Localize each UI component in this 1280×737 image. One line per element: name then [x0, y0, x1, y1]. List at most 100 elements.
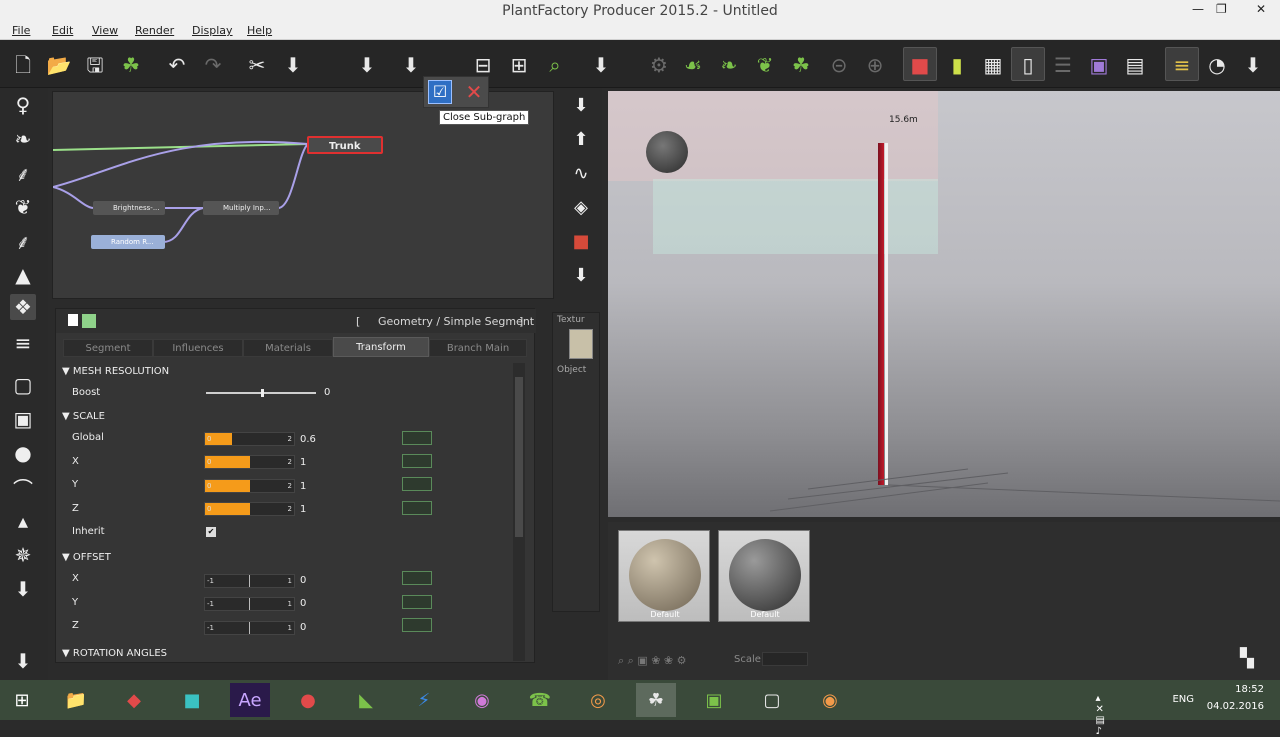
leaf-tool-icon[interactable]: ☙ [680, 52, 706, 78]
texture-thumbnail[interactable] [569, 329, 593, 359]
boost-slider[interactable] [206, 389, 316, 397]
offset-y-slider[interactable]: -1 1 [204, 597, 295, 611]
expand-chevron-icon-4[interactable]: ⬇ [588, 52, 614, 78]
scale-x-slider[interactable]: 0 2 [204, 455, 295, 469]
graph-expand-icon[interactable]: ⬇ [568, 262, 594, 288]
new-file-icon[interactable]: 🗋 [10, 52, 36, 78]
cut-icon[interactable]: ✂ [244, 52, 270, 78]
plantfactory-task-icon[interactable]: ☘ [636, 683, 676, 717]
firefox-icon[interactable]: ◉ [810, 683, 850, 717]
offset-z-slider[interactable]: -1 1 [204, 621, 295, 635]
material-tools-icons[interactable]: ⌕ ⌕ ▣ ❀ ❀ ⚙ [618, 654, 687, 668]
leaf-tool-icon-3[interactable]: ❦ [752, 52, 778, 78]
bucket-tool-icon[interactable]: ▣ [10, 406, 36, 432]
tab-materials[interactable]: Materials [243, 339, 333, 357]
scale-global-slider[interactable]: 0 2 [204, 432, 295, 446]
scale-section[interactable]: ▼ SCALE [62, 411, 438, 427]
menu-view[interactable]: View [92, 24, 118, 37]
graph-node-icon[interactable]: ◈ [568, 194, 594, 220]
multiply-node[interactable]: Multiply Inp... [203, 201, 279, 215]
graph-search-icon[interactable]: ⌕ [542, 52, 568, 78]
scrollbar-thumb[interactable] [515, 377, 523, 537]
expand-chevron-icon[interactable]: ⬇ [280, 52, 306, 78]
language-indicator[interactable]: ENG [1172, 694, 1194, 705]
grid-cube-icon[interactable]: ▤ [1122, 52, 1148, 78]
color-tag[interactable] [82, 314, 96, 328]
scale-z-slider[interactable]: 0 2 [204, 502, 295, 516]
clock-date[interactable]: 04.02.2016 [1207, 701, 1264, 712]
offset-y-curve-box[interactable] [402, 595, 432, 609]
scale-y-slider[interactable]: 0 2 [204, 479, 295, 493]
app-icon-3[interactable]: ◎ [578, 683, 618, 717]
phone-app-icon[interactable]: ☎ [520, 683, 560, 717]
node-tool-icon[interactable]: ⚙ [646, 52, 672, 78]
expand-chevron-icon-2[interactable]: ⬇ [354, 52, 380, 78]
menu-help[interactable]: Help [247, 24, 272, 37]
graph-color-icon[interactable]: ■ [568, 228, 594, 254]
offset-z-curve-box[interactable] [402, 618, 432, 632]
compass-icon[interactable]: ◔ [1204, 52, 1230, 78]
properties-scrollbar[interactable] [513, 363, 525, 661]
zoom-out-icon[interactable]: ⊝ [826, 52, 852, 78]
media-app-icon[interactable]: ◉ [462, 683, 502, 717]
drop-tool-icon[interactable]: ● [10, 440, 36, 466]
camtasia-icon[interactable]: ▣ [694, 683, 734, 717]
purple-cube-icon[interactable]: ▣ [1086, 52, 1112, 78]
scale-input[interactable] [762, 652, 808, 666]
open-folder-icon[interactable]: 📂 [46, 52, 72, 78]
nvidia-icon[interactable]: ◣ [346, 683, 386, 717]
leaf-selected-icon[interactable]: ❖ [10, 294, 36, 320]
leaf-drop-icon[interactable]: ▲ [10, 262, 36, 288]
brightness-node[interactable]: Brightness-... [93, 201, 165, 215]
close-subgraph-icon[interactable]: ☑ [428, 80, 452, 104]
app-icon-4[interactable]: ▢ [752, 683, 792, 717]
scale-global-curve-box[interactable] [402, 431, 432, 445]
app-icon-1[interactable]: ◆ [114, 683, 154, 717]
graph-output-icon[interactable]: ⬆ [568, 126, 594, 152]
material-thumb-1[interactable]: Default [618, 530, 710, 622]
offset-section[interactable]: ▼ OFFSET [62, 552, 438, 568]
flower-tool-icon[interactable]: ✵ [10, 542, 36, 568]
ruler-icon[interactable]: ≡ [1169, 52, 1195, 78]
stem-tool-icon[interactable]: ⸙ [10, 228, 36, 254]
inherit-checkbox[interactable]: ✔ [206, 527, 216, 537]
3d-viewport[interactable]: 15.6m [608, 91, 1280, 517]
branch-tool-icon[interactable]: ❧ [10, 126, 36, 152]
expand-chevron-icon-3[interactable]: ⬇ [398, 52, 424, 78]
random-node[interactable]: Random R... [91, 235, 165, 249]
undo-icon[interactable]: ↶ [164, 52, 190, 78]
scale-x-curve-box[interactable] [402, 454, 432, 468]
graph-add-icon[interactable]: ⊞ [506, 52, 532, 78]
expand-tools-icon-2[interactable]: ⬇ [10, 648, 36, 674]
windows-start-icon[interactable]: ⊞ [2, 683, 42, 717]
stack-tool-icon[interactable]: ≡ [10, 330, 36, 356]
twig-tool-icon[interactable]: ⸙ [10, 160, 36, 186]
save-icon[interactable]: 🖫 [82, 52, 108, 78]
offset-x-slider[interactable]: -1 1 [204, 574, 295, 588]
nero-icon[interactable]: ● [288, 683, 328, 717]
lightning-app-icon[interactable]: ⚡ [404, 683, 444, 717]
tab-transform[interactable]: Transform [333, 337, 429, 357]
boost-slider-thumb[interactable] [261, 389, 264, 397]
redo-icon[interactable]: ↷ [200, 52, 226, 78]
zoom-in-icon[interactable]: ⊕ [862, 52, 888, 78]
material-thumb-2[interactable]: Default [718, 530, 810, 622]
menu-file[interactable]: File [12, 24, 30, 37]
tab-segment[interactable]: Segment [63, 339, 153, 357]
plant-download-icon[interactable]: ☘ [118, 52, 144, 78]
trunk-node[interactable]: Trunk [307, 136, 383, 154]
leaf-tool-icon-4[interactable]: ☘ [788, 52, 814, 78]
scale-z-curve-box[interactable] [402, 501, 432, 515]
menu-render[interactable]: Render [135, 24, 174, 37]
graph-input-icon[interactable]: ⬇ [568, 92, 594, 118]
tab-influences[interactable]: Influences [153, 339, 243, 357]
cancel-subgraph-icon[interactable]: ✕ [462, 80, 486, 104]
graph-curve-icon[interactable]: ∿ [568, 160, 594, 186]
file-explorer-icon[interactable]: 📁 [56, 683, 96, 717]
checker-icon[interactable]: ▚ [1240, 648, 1262, 670]
menu-edit[interactable]: Edit [52, 24, 73, 37]
yellow-cube-icon[interactable]: ▮ [944, 52, 970, 78]
frond-tool-icon[interactable]: ❦ [10, 194, 36, 220]
clock-time[interactable]: 18:52 [1235, 684, 1264, 695]
wireframe-cube-icon[interactable]: ▦ [980, 52, 1006, 78]
